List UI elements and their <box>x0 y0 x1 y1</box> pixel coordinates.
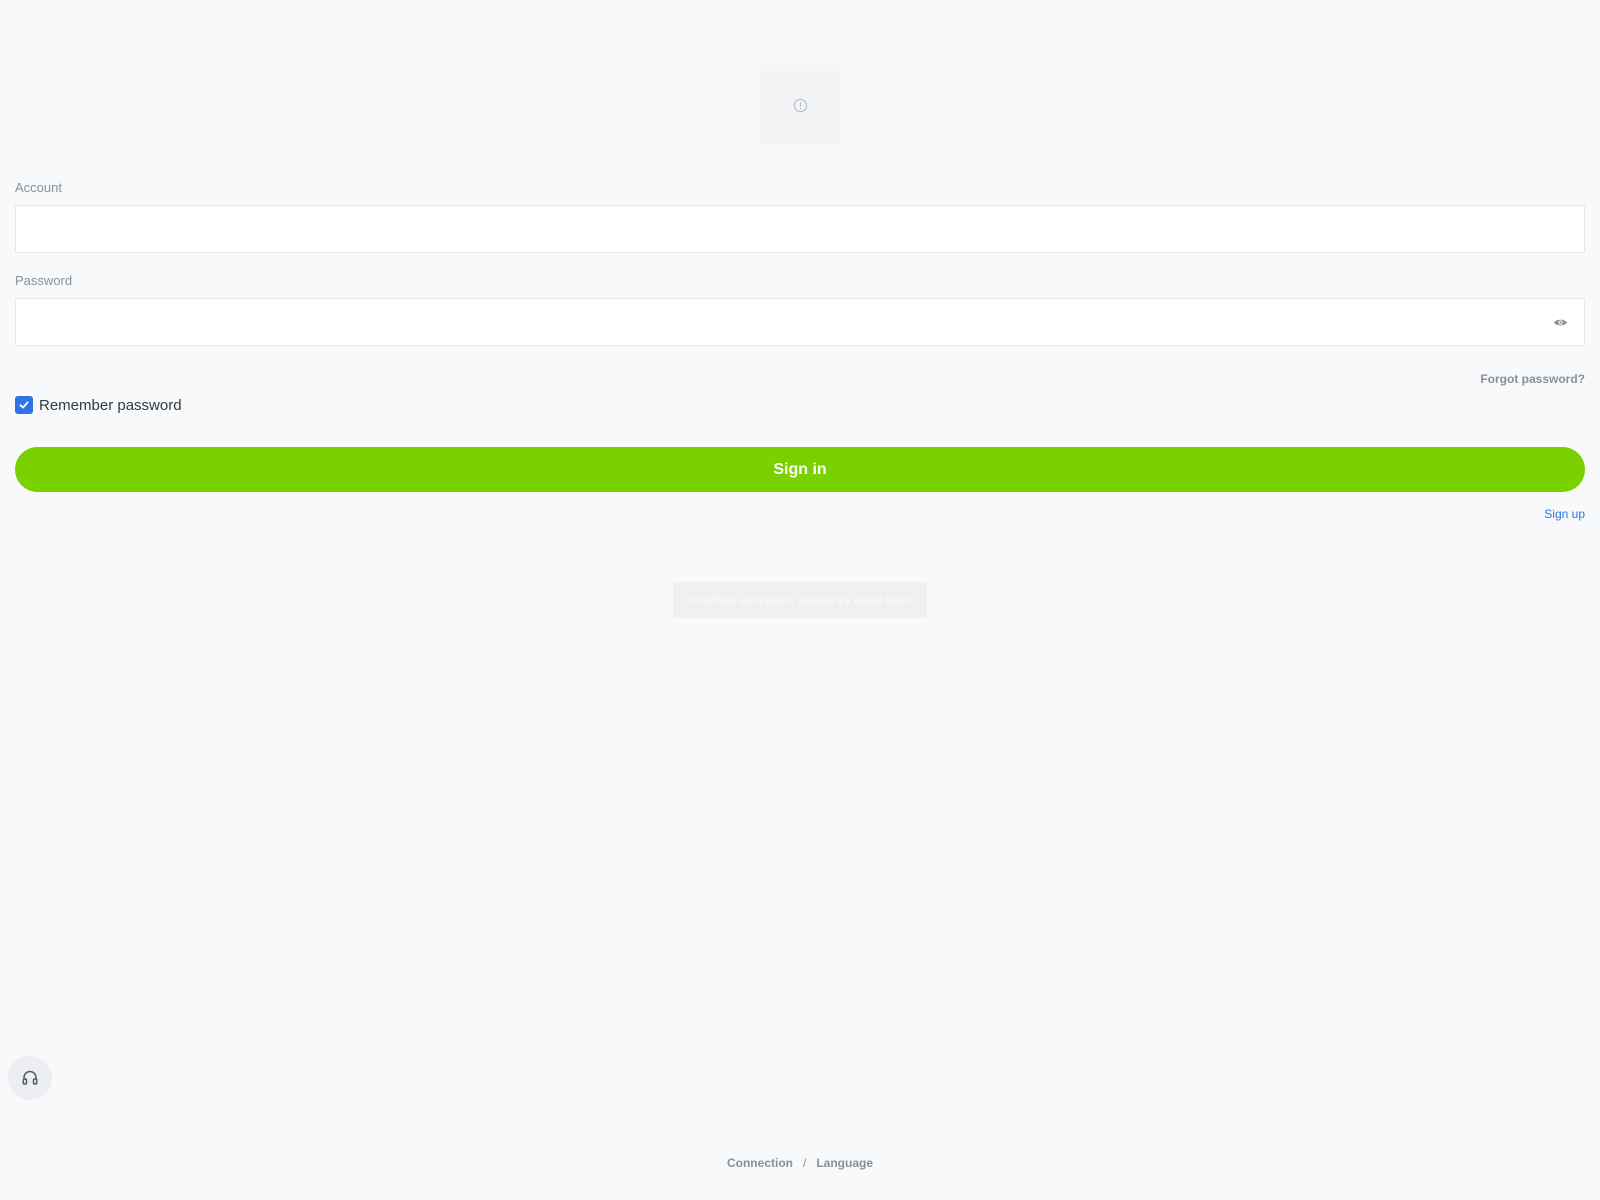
forgot-password-link[interactable]: Forgot password? <box>1480 372 1585 386</box>
sign-up-link[interactable]: Sign up <box>1544 507 1585 521</box>
headset-icon <box>22 1070 38 1085</box>
password-label: Password <box>15 273 73 288</box>
toast-message: Interface exception, please try again la… <box>690 593 910 607</box>
remember-password-option[interactable]: Remember password <box>15 396 182 414</box>
footer-links: Connection / Language <box>0 1156 1600 1170</box>
connection-link[interactable]: Connection <box>727 1156 793 1170</box>
remember-password-label: Remember password <box>39 396 182 414</box>
checkmark-icon <box>19 401 29 409</box>
logo-placeholder <box>760 65 840 145</box>
language-link[interactable]: Language <box>816 1156 873 1170</box>
error-toast: Interface exception, please try again la… <box>673 582 927 618</box>
account-label: Account <box>15 180 62 195</box>
login-page: Account Password Forgot password? Rememb… <box>0 0 1600 1200</box>
account-input[interactable] <box>15 205 1585 253</box>
eye-icon <box>1553 319 1567 325</box>
customer-support-button[interactable] <box>8 1056 52 1100</box>
broken-image-icon <box>793 98 807 112</box>
remember-password-checkbox[interactable] <box>15 396 33 414</box>
password-input[interactable] <box>15 298 1585 346</box>
sign-in-button[interactable]: Sign in <box>15 447 1585 492</box>
show-password-toggle[interactable] <box>1552 315 1568 329</box>
footer-separator: / <box>802 1156 807 1170</box>
